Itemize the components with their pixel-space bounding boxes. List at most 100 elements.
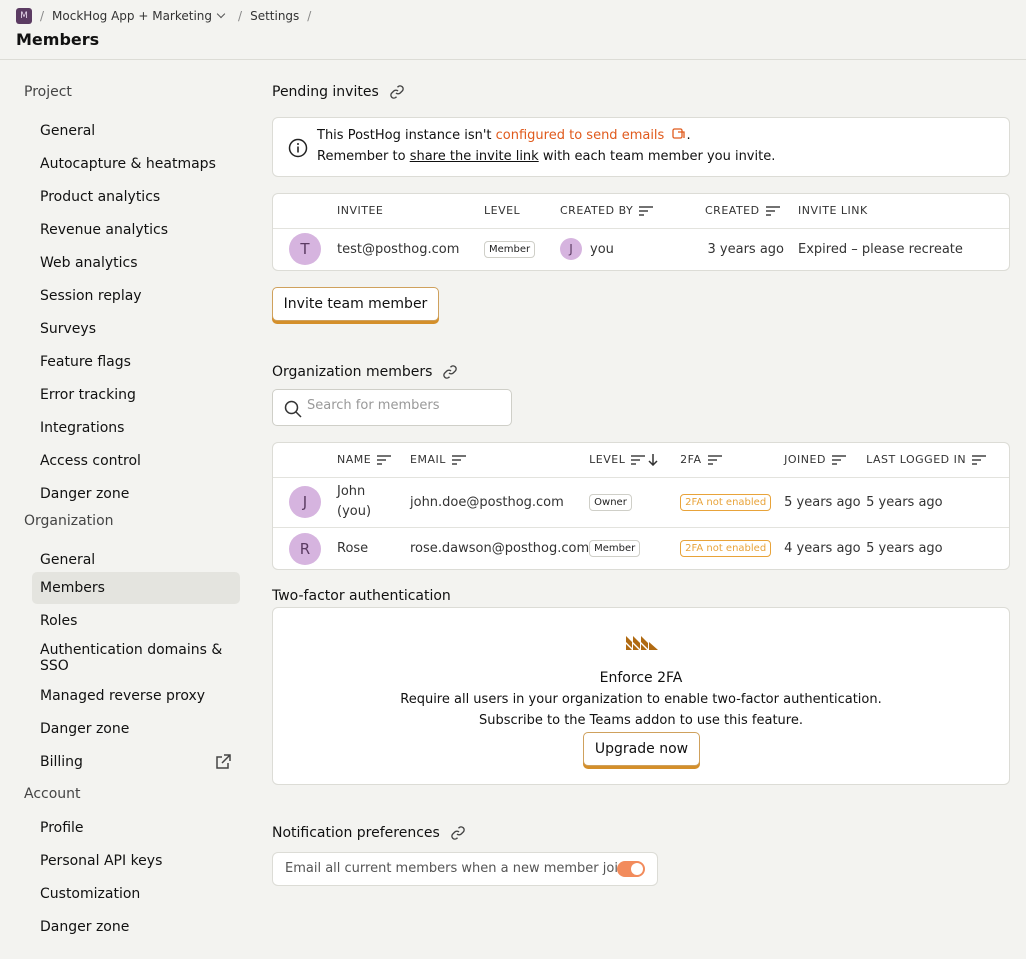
col-created-by[interactable]: CREATED BY [560,194,705,229]
sidebar-item-project-general[interactable]: General [32,116,240,146]
sidebar-group-organization[interactable]: Organization [24,513,114,529]
member-avatar-cell: J [273,477,337,528]
link-icon[interactable] [442,364,458,380]
table-row: R Rose rose.dawson@posthog.com Member 2F… [273,527,1009,570]
sidebar-item-project-danger-zone[interactable]: Danger zone [32,479,240,509]
sidebar-item-billing[interactable]: Billing [32,746,240,778]
invite-team-member-button[interactable]: Invite team member [272,287,439,321]
sort-icon[interactable] [631,455,646,465]
col-joined[interactable]: JOINED [784,443,867,478]
sort-icon[interactable] [765,206,780,216]
level-badge: Owner [589,493,632,511]
sidebar-item-autocapture[interactable]: Autocapture & heatmaps [32,149,240,179]
breadcrumb-project[interactable]: MockHog App + Marketing [52,9,212,23]
sidebar-item-auth-domains[interactable]: Authentication domains & SSO [32,641,240,675]
col-2fa[interactable]: 2FA [680,443,785,478]
arrow-down-icon[interactable] [648,454,658,467]
new-member-email-toggle-row[interactable]: Email all current members when a new mem… [272,852,658,886]
banner-line-1: This PostHog instance isn't configured t… [317,128,691,143]
sort-icon[interactable] [639,206,654,216]
section-heading: Pending invites [272,84,379,100]
banner-text: . [686,128,691,143]
sidebar-item-org-danger-zone[interactable]: Danger zone [32,713,240,745]
member-last-login: 5 years ago [866,477,1009,528]
member-2fa-cell: 2FA not enabled [680,477,785,528]
sidebar-item-access-control[interactable]: Access control [32,446,240,476]
table-header-row: NAME EMAIL LEVEL 2FA JOINED LAST LOGGED … [273,443,1009,478]
sidebar-item-product-analytics[interactable]: Product analytics [32,182,240,212]
col-label: CREATED [705,204,760,218]
sidebar-group-project[interactable]: Project [24,84,72,100]
search-input[interactable] [307,398,502,413]
external-link-icon [216,754,231,769]
member-search [272,389,512,426]
link-icon[interactable] [450,825,466,841]
sidebar-item-customization[interactable]: Customization [32,878,240,910]
member-2fa-cell: 2FA not enabled [680,527,784,570]
sidebar-item-label: Billing [40,754,83,770]
sidebar-item-web-analytics[interactable]: Web analytics [32,248,240,278]
new-member-email-toggle[interactable] [617,861,645,877]
link-icon[interactable] [389,84,405,100]
sidebar-item-revenue-analytics[interactable]: Revenue analytics [32,215,240,245]
level-badge: Member [484,240,536,258]
sidebar-item-roles[interactable]: Roles [32,605,240,637]
sidebar-item-reverse-proxy[interactable]: Managed reverse proxy [32,680,240,712]
org-members-title: Organization members [272,364,458,380]
avatar: T [289,233,321,266]
member-joined: 4 years ago [784,541,861,557]
chevron-down-icon[interactable] [216,9,226,19]
created-time: 3 years ago [707,241,784,257]
banner-text: with each team member you invite. [538,149,776,164]
member-joined: 5 years ago [784,477,867,528]
sort-icon[interactable] [451,455,466,465]
table-header-avatar [273,194,337,229]
sidebar-group-account[interactable]: Account [24,786,81,802]
col-last-logged-in[interactable]: LAST LOGGED IN [866,443,1009,478]
member-name: John (you) [337,477,410,528]
col-level: LEVEL [484,194,560,229]
sidebar-item-members[interactable]: Members [32,572,240,604]
breadcrumb-separator: / [238,9,243,23]
member-name-suffix: (you) [337,504,372,519]
sidebar-item-session-replay[interactable]: Session replay [32,281,240,311]
banner-text: This PostHog instance isn't [317,128,496,143]
breadcrumb-settings[interactable]: Settings [250,9,299,23]
enforce-2fa-heading: Enforce 2FA [599,670,683,686]
sidebar-item-integrations[interactable]: Integrations [32,413,240,443]
col-label: NAME [337,453,372,467]
breadcrumb-separator: / [307,9,312,23]
level-cell: Member [484,228,560,270]
upgrade-now-button[interactable]: Upgrade now [583,732,700,766]
member-email: rose.dawson@posthog.com [410,541,590,557]
sidebar-item-account-danger-zone[interactable]: Danger zone [32,911,240,943]
sidebar-item-feature-flags[interactable]: Feature flags [32,347,240,377]
sort-icon[interactable] [377,455,392,465]
enforce-2fa-panel: Enforce 2FA Require all users in your or… [272,607,1010,785]
col-name[interactable]: NAME [337,443,410,478]
breadcrumb: M / MockHog App + Marketing / Settings / [16,8,319,24]
enforce-2fa-description: Require all users in your organization t… [400,692,882,707]
sidebar-item-profile[interactable]: Profile [32,812,240,844]
share-invite-link[interactable]: share the invite link [410,149,539,164]
col-level[interactable]: LEVEL [589,443,681,478]
sidebar-item-surveys[interactable]: Surveys [32,314,240,344]
sort-icon[interactable] [831,455,846,465]
col-label: 2FA [680,453,702,467]
toggle-label: Email all current members when a new mem… [285,861,633,876]
sidebar-item-org-general[interactable]: General [32,545,240,575]
sidebar-item-api-keys[interactable]: Personal API keys [32,845,240,877]
open-in-new-icon[interactable] [672,128,686,140]
col-created[interactable]: CREATED [705,194,798,229]
member-avatar-cell: R [273,527,337,570]
member-name-line: John [337,484,366,499]
sidebar-item-error-tracking[interactable]: Error tracking [32,380,240,410]
sort-icon[interactable] [707,455,722,465]
org-avatar[interactable]: M [16,8,32,24]
sort-icon[interactable] [972,455,987,465]
top-bar: M / MockHog App + Marketing / Settings /… [0,0,1026,60]
email-warning-banner: This PostHog instance isn't configured t… [272,117,1010,177]
section-heading: Notification preferences [272,825,440,841]
configure-email-link[interactable]: configured to send emails [496,128,665,143]
col-email[interactable]: EMAIL [410,443,590,478]
